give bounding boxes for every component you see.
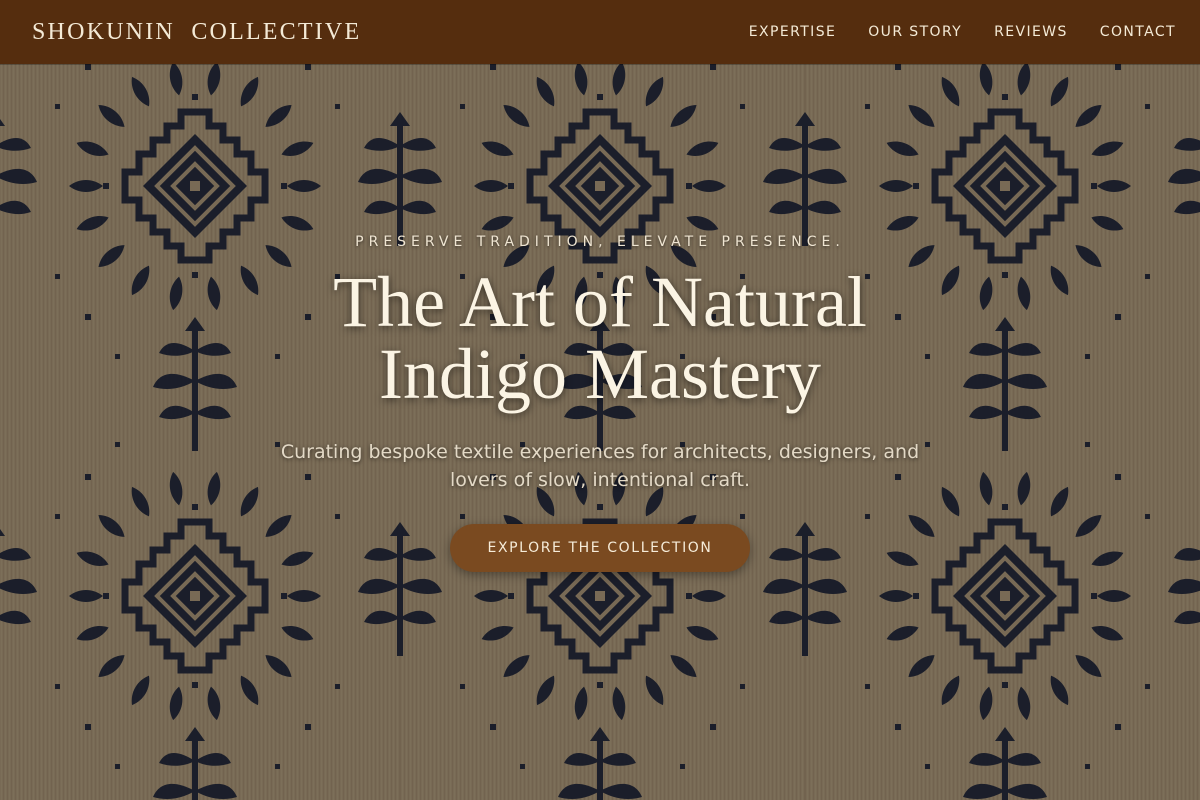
nav-link-reviews[interactable]: REVIEWS — [994, 24, 1068, 40]
brand-logo[interactable]: SHOKUNIN COLLECTIVE — [32, 19, 361, 46]
page: SHOKUNIN COLLECTIVE EXPERTISE OUR STORY … — [0, 0, 1200, 800]
hero-subhead: Curating bespoke textile experiences for… — [280, 441, 920, 491]
hero-headline: The Art of Natural Indigo Mastery — [333, 262, 867, 414]
nav-link-expertise[interactable]: EXPERTISE — [749, 24, 836, 40]
hero-content: PRESERVE TRADITION, ELEVATE PRESENCE. Th… — [0, 234, 1200, 572]
main-nav: EXPERTISE OUR STORY REVIEWS CONTACT — [749, 24, 1176, 40]
nav-link-contact[interactable]: CONTACT — [1100, 24, 1176, 40]
nav-link-our-story[interactable]: OUR STORY — [868, 24, 962, 40]
explore-collection-button[interactable]: EXPLORE THE COLLECTION — [450, 524, 750, 572]
hero-eyebrow: PRESERVE TRADITION, ELEVATE PRESENCE. — [355, 234, 845, 250]
site-header: SHOKUNIN COLLECTIVE EXPERTISE OUR STORY … — [0, 0, 1200, 64]
hero-section: PRESERVE TRADITION, ELEVATE PRESENCE. Th… — [0, 64, 1200, 800]
